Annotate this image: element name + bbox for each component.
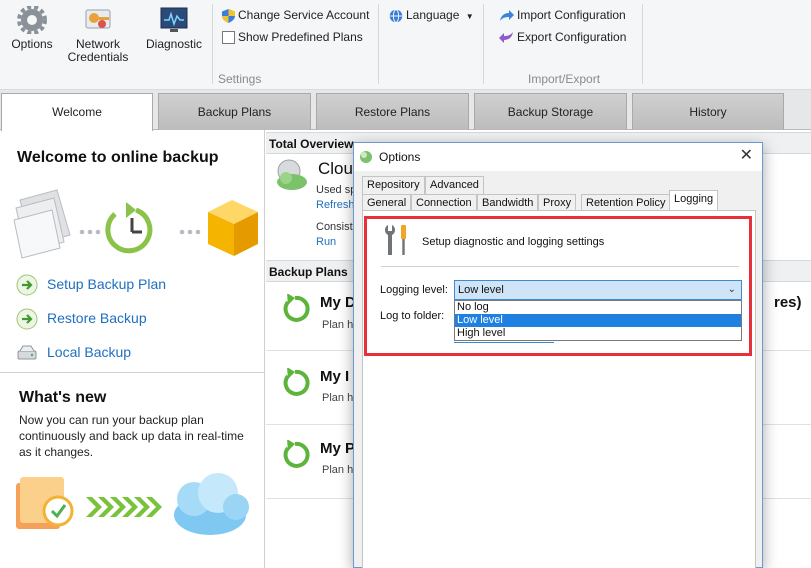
change-service-account-label: Change Service Account <box>238 8 370 22</box>
chevron-down-icon: ▼ <box>465 12 474 21</box>
export-arrow-icon <box>499 32 513 44</box>
export-configuration-button[interactable]: Export Configuration <box>499 28 626 46</box>
monitor-icon <box>160 7 188 32</box>
import-arrow-icon <box>500 10 514 22</box>
gear-icon <box>17 6 47 34</box>
documents-icon <box>13 189 71 259</box>
plan-title-fragment: res) <box>774 294 802 311</box>
arrow-circle-icon <box>16 274 38 296</box>
import-export-group-label: Import/Export <box>528 72 601 86</box>
logging-level-label: Logging level: <box>380 284 448 296</box>
storage-name: Clou <box>318 159 353 178</box>
whats-new-title: What's new <box>19 389 107 406</box>
plan-name: My P <box>320 440 356 457</box>
language-dropdown[interactable]: Language ▼ <box>389 6 474 24</box>
change-service-account-button[interactable]: Change Service Account <box>222 6 369 24</box>
language-label: Language <box>406 8 460 22</box>
setup-backup-plan-label: Setup Backup Plan <box>47 276 167 292</box>
option-high-level[interactable]: High level <box>455 327 741 340</box>
welcome-panel: Welcome to online backup Setup Backup Pl… <box>0 130 265 568</box>
import-configuration-label: Import Configuration <box>517 8 626 22</box>
dialog-titlebar[interactable]: Options ✕ <box>354 143 762 171</box>
continuous-backup-illustration <box>16 473 249 535</box>
clock-icon <box>105 202 153 254</box>
tab-history[interactable]: History <box>632 93 784 130</box>
globe-icon <box>389 9 403 23</box>
chevron-down-icon[interactable]: ⌄ <box>728 281 736 299</box>
local-backup-label: Local Backup <box>47 344 132 360</box>
close-icon[interactable]: ✕ <box>740 147 753 165</box>
ribbon-separator <box>212 4 213 84</box>
app-logo-icon <box>360 151 372 163</box>
cloud-icon <box>174 473 249 535</box>
plan-name: My I <box>320 368 350 385</box>
logging-settings-pane: Setup diagnostic and logging settings Lo… <box>362 210 756 568</box>
local-backup-link[interactable]: Local Backup <box>16 340 131 364</box>
options-dialog: Options ✕ Repository Advanced General Co… <box>353 142 763 568</box>
backup-flow-illustration <box>13 189 258 259</box>
option-low-level[interactable]: Low level <box>455 314 741 327</box>
tab-backup-plans[interactable]: Backup Plans <box>158 93 311 130</box>
whats-new-text: Now you can run your backup plan continu… <box>19 413 244 459</box>
dialog-title: Options <box>379 150 421 164</box>
keys-icon <box>85 9 111 29</box>
welcome-title: Welcome to online backup <box>17 149 219 166</box>
logging-level-value: Low level <box>458 284 504 296</box>
progress-chevrons-icon <box>86 497 162 517</box>
diagnostic-label: Diagnostic <box>145 37 203 51</box>
restore-backup-label: Restore Backup <box>47 310 147 326</box>
arrow-circle-icon <box>16 308 38 330</box>
log-to-folder-label: Log to folder: <box>380 310 445 322</box>
options-button[interactable]: Options <box>8 6 56 51</box>
divider <box>381 266 739 267</box>
hard-drive-icon <box>17 345 37 360</box>
option-no-log[interactable]: No log <box>455 301 741 314</box>
logging-level-options: No log Low level High level <box>454 300 742 341</box>
network-label-line2: Credentials <box>67 50 129 64</box>
tab-logging[interactable]: Logging <box>669 190 719 210</box>
export-configuration-label: Export Configuration <box>517 30 627 44</box>
checkbox-icon <box>222 31 235 45</box>
options-label: Options <box>11 37 53 51</box>
ribbon-toolbar: Options Network Credentials Diagnostic C… <box>0 0 811 90</box>
logging-level-select[interactable]: Low level ⌄ <box>454 280 742 300</box>
tab-restore-plans[interactable]: Restore Plans <box>316 93 469 130</box>
shield-icon <box>222 8 235 23</box>
used-space-text: Used sp <box>316 184 357 196</box>
tab-repository[interactable]: Repository <box>362 176 425 194</box>
cloud-storage-icon <box>277 159 307 190</box>
storage-box-icon <box>208 200 258 256</box>
tab-advanced[interactable]: Advanced <box>425 176 484 194</box>
refresh-arrow-icon <box>283 440 310 468</box>
ribbon-separator <box>483 4 484 84</box>
refresh-arrow-icon <box>283 294 310 322</box>
tab-backup-storage[interactable]: Backup Storage <box>474 93 627 130</box>
import-configuration-button[interactable]: Import Configuration <box>499 6 626 24</box>
refresh-arrow-icon <box>283 368 310 396</box>
restore-backup-link[interactable]: Restore Backup <box>16 306 147 330</box>
plan-name: My D <box>320 294 356 311</box>
refresh-link[interactable]: Refresh <box>316 199 355 211</box>
show-predefined-plans-button[interactable]: Show Predefined Plans <box>222 28 363 46</box>
setup-description: Setup diagnostic and logging settings <box>422 236 605 248</box>
network-credentials-button[interactable]: Network Credentials <box>64 6 132 64</box>
ribbon-separator <box>378 4 379 84</box>
ribbon-separator <box>642 4 643 84</box>
tools-icon <box>385 225 406 255</box>
tab-welcome[interactable]: Welcome <box>1 93 153 131</box>
network-label-line1: Network <box>75 37 120 51</box>
diagnostic-button[interactable]: Diagnostic <box>143 6 205 51</box>
setup-backup-plan-link[interactable]: Setup Backup Plan <box>16 272 166 296</box>
show-predefined-plans-label: Show Predefined Plans <box>238 30 363 44</box>
folder-clock-icon <box>16 477 74 529</box>
settings-group-label: Settings <box>218 72 262 86</box>
main-tab-bar: Welcome Backup Plans Restore Plans Backu… <box>0 90 811 131</box>
run-link[interactable]: Run <box>316 236 336 248</box>
divider <box>0 372 265 373</box>
